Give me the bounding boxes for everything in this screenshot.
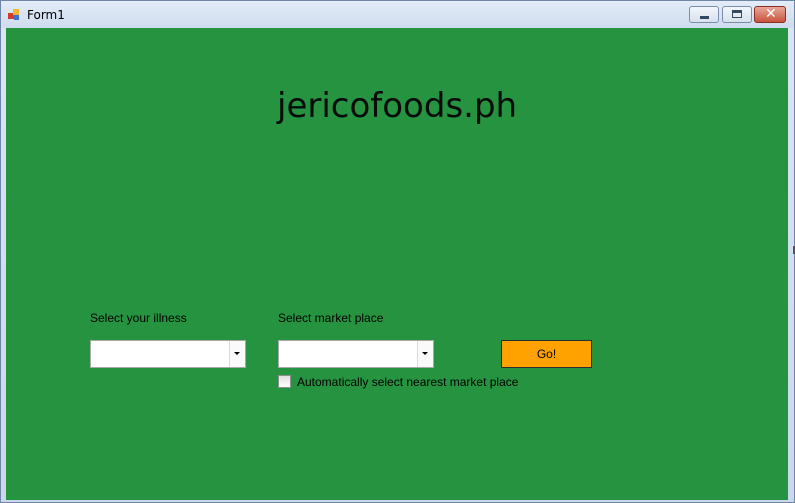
illness-dropdown-toggle[interactable] [229,341,245,367]
window-title: Form1 [27,8,65,22]
maximize-icon [732,10,742,18]
go-button[interactable]: Go! [501,340,592,368]
close-icon: ✕ [765,6,777,22]
market-label: Select market place [278,311,384,325]
page-title: jericofoods.ph [277,86,518,126]
form-client-area: jericofoods.ph Select your illness Selec… [6,28,788,500]
minimize-icon [700,16,709,19]
chevron-down-icon [422,352,428,355]
chevron-down-icon [234,352,240,355]
illness-dropdown[interactable] [90,340,246,368]
auto-select-checkbox[interactable] [278,375,291,388]
minimize-button[interactable] [689,6,719,23]
maximize-button[interactable] [722,6,752,23]
close-button[interactable]: ✕ [754,6,786,23]
winforms-app-icon [8,9,19,20]
market-dropdown[interactable] [278,340,434,368]
title-bar[interactable]: Form1 ✕ [1,1,794,28]
app-window: Form1 ✕ jericofoods.ph Select your illne… [0,0,795,503]
market-dropdown-toggle[interactable] [417,341,433,367]
illness-label: Select your illness [90,311,187,325]
auto-select-label[interactable]: Automatically select nearest market plac… [297,375,518,389]
